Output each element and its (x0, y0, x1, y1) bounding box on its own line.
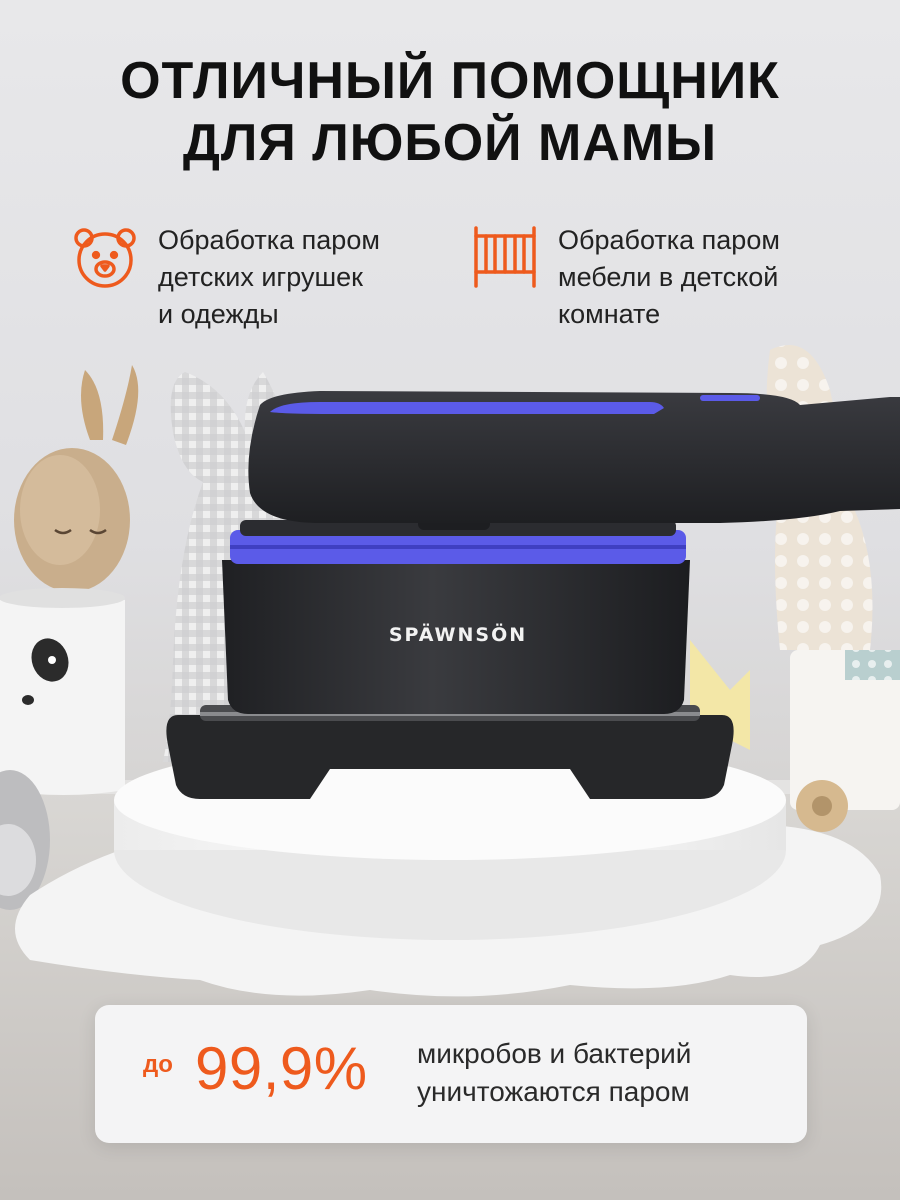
headline-line-1: ОТЛИЧНЫЙ ПОМОЩНИК (120, 52, 780, 110)
stat-description: микробов и бактерий уничтожаются паром (417, 1035, 691, 1111)
feature-furniture-line-1: Обработка паром (558, 225, 780, 255)
stat-card: до 99,9% микробов и бактерий уничтожаютс… (95, 1005, 807, 1143)
stat-value: 99,9% (195, 1035, 368, 1102)
feature-furniture-line-2: мебели в детской (558, 262, 779, 292)
feature-furniture: Обработка паром мебели в детской комнате (470, 222, 780, 333)
feature-toys-line-3: и одежды (158, 299, 279, 329)
headline-line-2: ДЛЯ ЛЮБОЙ МАМЫ (182, 114, 718, 172)
teddy-bear-icon (74, 228, 136, 288)
crib-icon (474, 226, 536, 288)
feature-furniture-line-3: комнате (558, 299, 661, 329)
headline: ОТЛИЧНЫЙ ПОМОЩНИК ДЛЯ ЛЮБОЙ МАМЫ (0, 50, 900, 174)
feature-toys-text: Обработка паром детских игрушек и одежды (158, 222, 380, 333)
stat-description-line-2: уничтожаются паром (417, 1076, 690, 1107)
brand-label: SPÄWNSÖN (388, 624, 528, 646)
feature-toys-line-1: Обработка паром (158, 225, 380, 255)
feature-toys: Обработка паром детских игрушек и одежды (70, 222, 380, 333)
stat-prefix: до (143, 1051, 173, 1078)
stat-description-line-1: микробов и бактерий (417, 1038, 692, 1069)
feature-furniture-text: Обработка паром мебели в детской комнате (558, 222, 780, 333)
feature-toys-line-2: детских игрушек (158, 262, 363, 292)
